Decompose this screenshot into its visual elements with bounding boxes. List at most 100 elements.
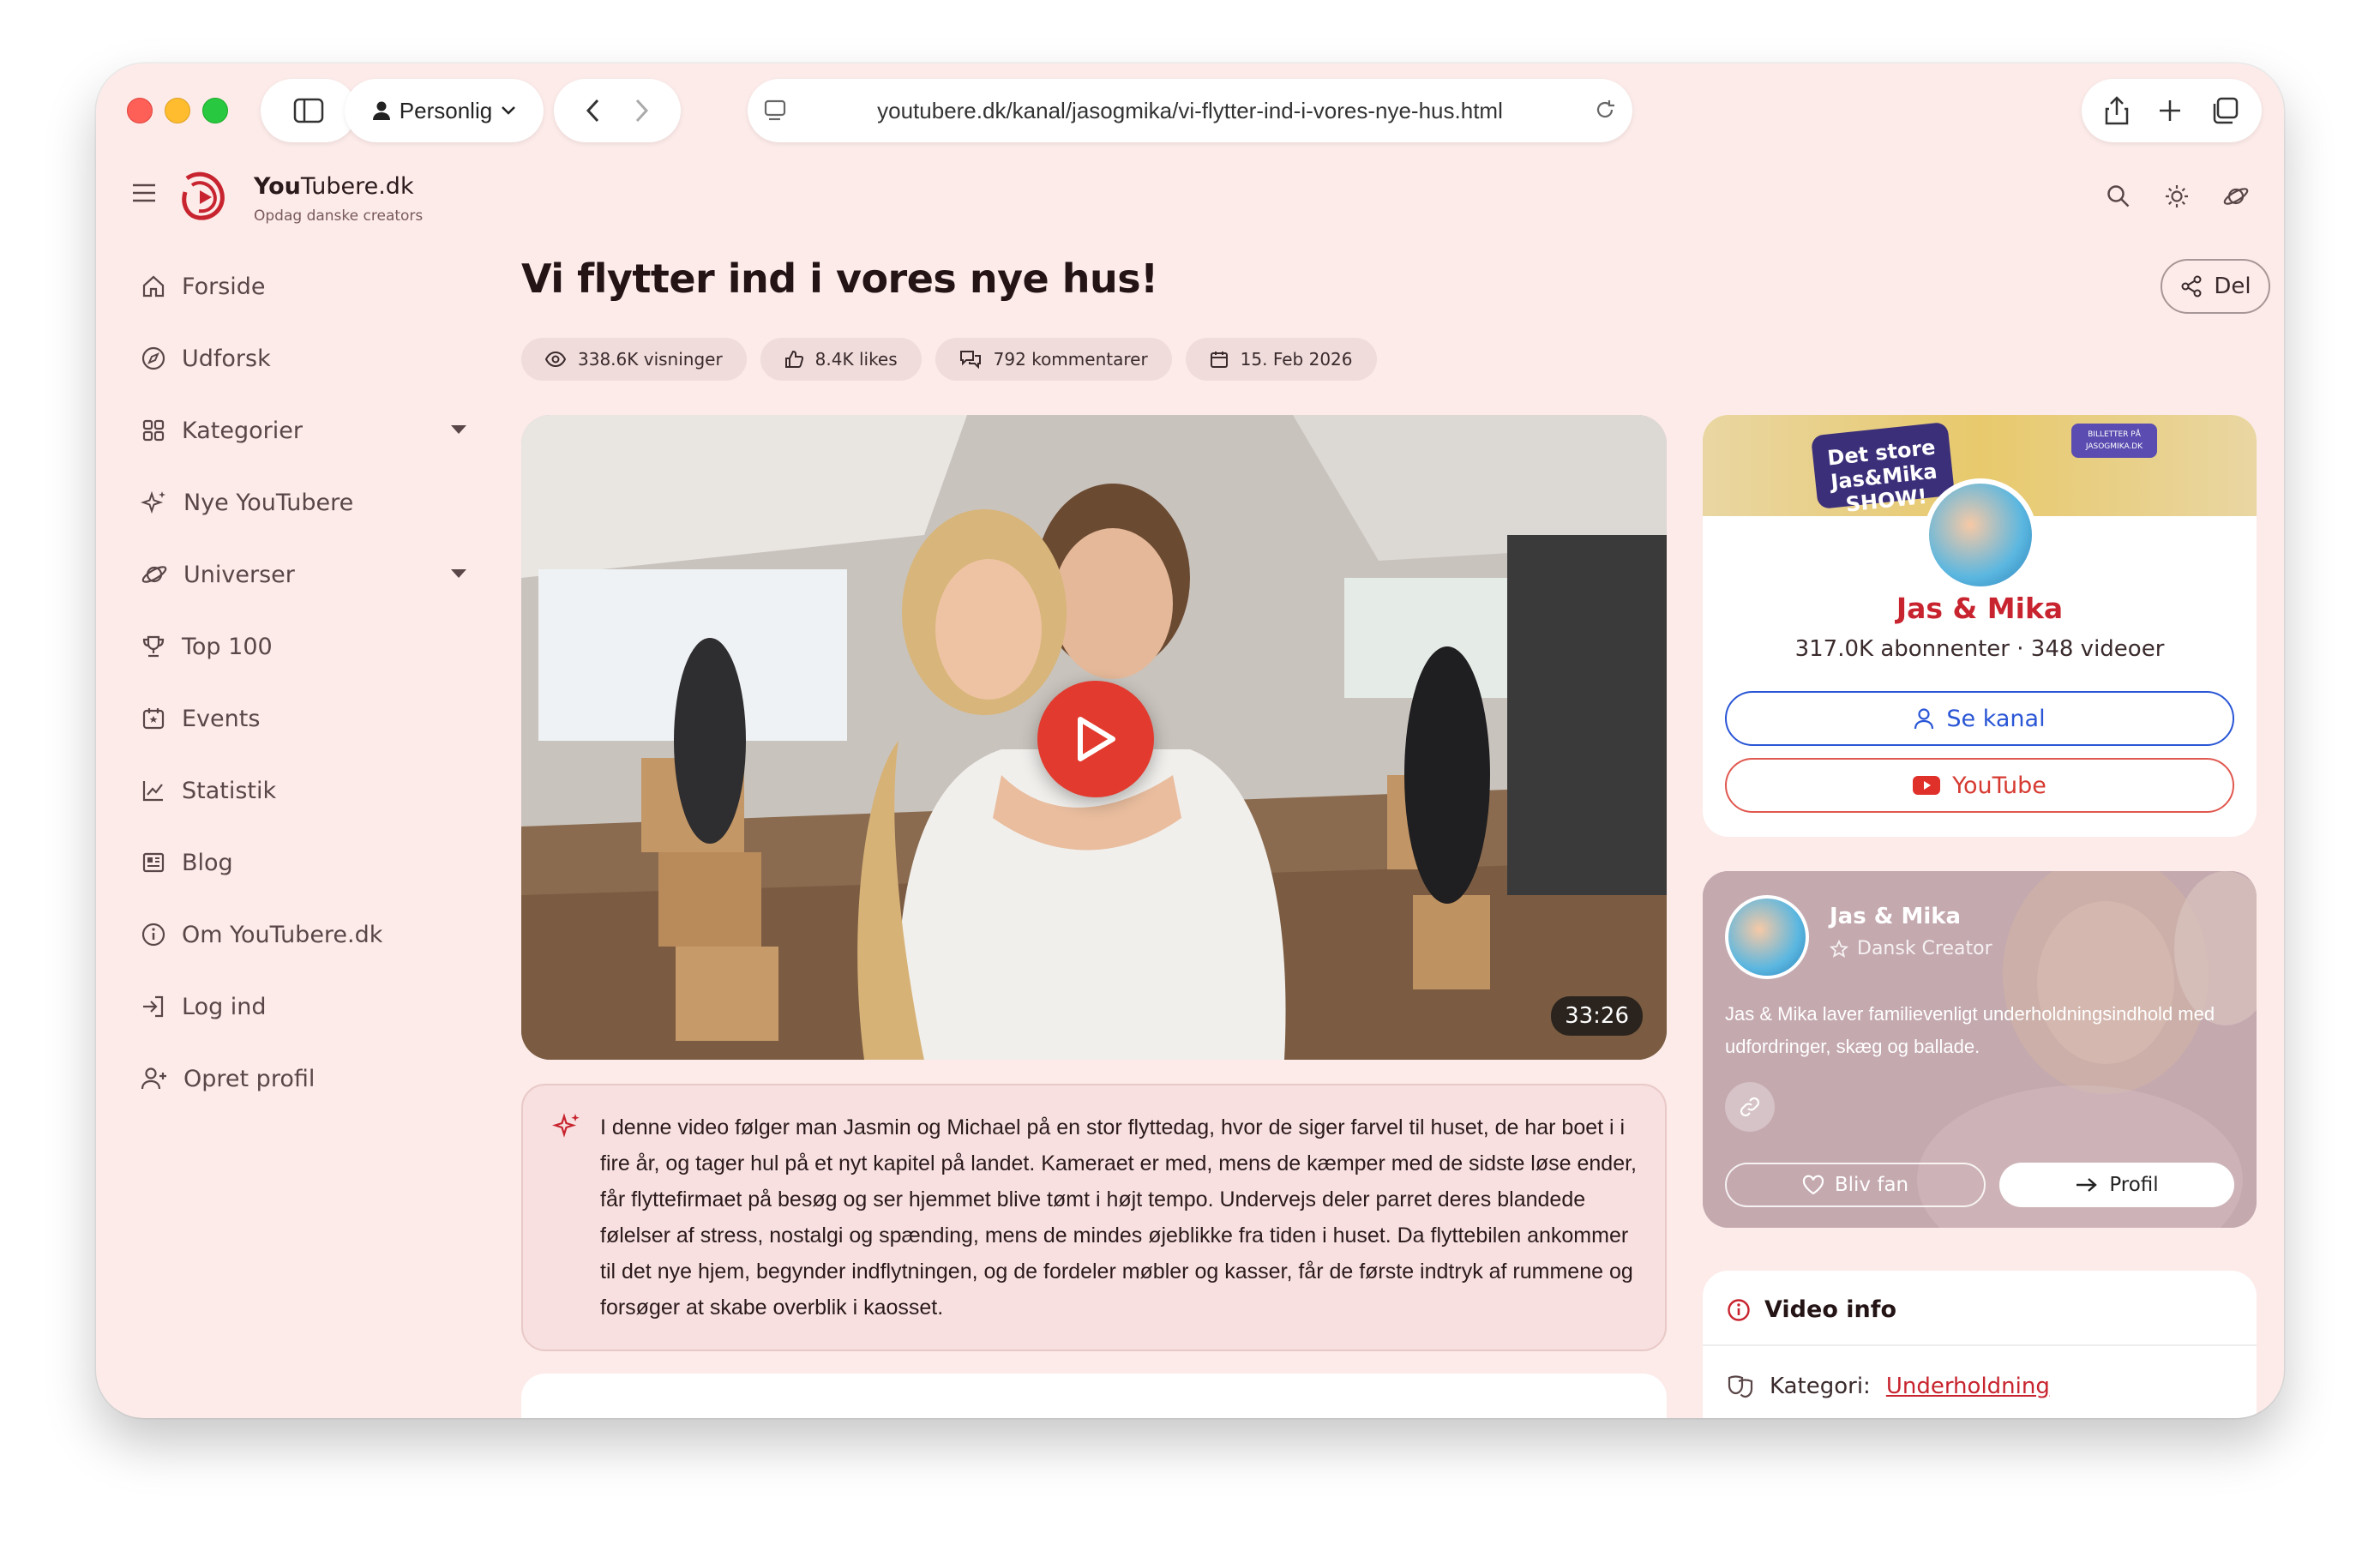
sidebar-item-label: Events bbox=[182, 705, 261, 732]
user-icon bbox=[1914, 708, 1934, 730]
heart-icon bbox=[1802, 1175, 1824, 1195]
creator-link-button[interactable] bbox=[1725, 1082, 1775, 1132]
caret-down-icon[interactable] bbox=[451, 425, 466, 434]
minimize-window-button[interactable] bbox=[165, 98, 190, 123]
divider bbox=[1703, 1344, 2257, 1346]
sidebar-item-label: Om YouTubere.dk bbox=[182, 921, 383, 948]
universe-icon[interactable] bbox=[2222, 183, 2250, 209]
creator-avatar[interactable] bbox=[1725, 895, 1809, 979]
star-icon bbox=[1830, 939, 1848, 958]
see-channel-label: Se kanal bbox=[1946, 705, 2046, 732]
comments-badge: 792 kommentarer bbox=[935, 338, 1172, 381]
date-text: 15. Feb 2026 bbox=[1240, 349, 1353, 370]
chart-icon bbox=[142, 781, 163, 802]
sidebar-item-nye-youtubere[interactable]: Nye YouTubere bbox=[141, 477, 466, 528]
tab-overview-icon[interactable] bbox=[2210, 96, 2239, 125]
sidebar-item-opret-profil[interactable]: Opret profil bbox=[141, 1053, 466, 1104]
video-player[interactable]: 33:26 bbox=[521, 415, 1667, 1060]
sidebar-item-top-100[interactable]: Top 100 bbox=[141, 621, 466, 672]
creator-name[interactable]: Jas & Mika bbox=[1830, 904, 1961, 929]
web-page: YouTubere.dk Opdag danske creators Forsi… bbox=[96, 158, 2284, 1418]
caret-down-icon[interactable] bbox=[451, 569, 466, 578]
profile-label: Personlig bbox=[399, 97, 493, 123]
share-button[interactable]: Del bbox=[2161, 259, 2270, 314]
sidebar-item-statistik[interactable]: Statistik bbox=[141, 765, 466, 816]
sidebar-item-label: Nye YouTubere bbox=[183, 489, 354, 516]
profile-button[interactable]: Personlig bbox=[345, 79, 544, 142]
header-actions bbox=[2106, 183, 2250, 209]
channel-name[interactable]: Jas & Mika bbox=[1703, 592, 2257, 625]
sidebar-item-events[interactable]: Events bbox=[141, 693, 466, 744]
browser-actions bbox=[2082, 79, 2262, 142]
sidebar-item-log-ind[interactable]: Log ind bbox=[141, 981, 466, 1032]
sidebar-item-label: Top 100 bbox=[182, 633, 273, 660]
login-icon bbox=[143, 995, 164, 1018]
site-logo[interactable] bbox=[182, 170, 230, 223]
trophy-icon bbox=[142, 635, 165, 658]
comments-icon bbox=[959, 351, 981, 369]
video-description: I denne video følger man Jasmin og Micha… bbox=[600, 1115, 1637, 1320]
user-plus-icon bbox=[141, 1067, 166, 1090]
sidebar-item-udforsk[interactable]: Udforsk bbox=[141, 333, 466, 384]
arrow-right-icon bbox=[2076, 1178, 2098, 1192]
sidebar-item-om[interactable]: Om YouTubere.dk bbox=[141, 909, 466, 960]
chevron-down-icon bbox=[502, 106, 516, 115]
thumbs-up-icon bbox=[784, 350, 803, 368]
share-icon[interactable] bbox=[2104, 95, 2130, 126]
sidebar-item-label: Kategorier bbox=[182, 417, 303, 444]
search-icon[interactable] bbox=[2106, 183, 2131, 209]
video-stats: 338.6K visninger 8.4K likes 792 kommenta… bbox=[521, 338, 1377, 381]
site-brand[interactable]: YouTubere.dk bbox=[254, 173, 414, 200]
see-channel-button[interactable]: Se kanal bbox=[1725, 691, 2234, 746]
channel-meta: 317.0K abonnenter · 348 videoer bbox=[1794, 636, 2165, 662]
info-icon bbox=[141, 923, 165, 947]
play-icon bbox=[1078, 717, 1115, 761]
youtube-button[interactable]: YouTube bbox=[1725, 758, 2234, 813]
sidebar-item-label: Log ind bbox=[182, 993, 267, 1020]
video-info-card: Video info Kategori: Underholdning bbox=[1703, 1271, 2257, 1418]
menu-icon[interactable] bbox=[130, 182, 158, 204]
likes-text: 8.4K likes bbox=[814, 349, 898, 370]
sidebar-icon bbox=[293, 98, 324, 123]
sparkle-icon bbox=[141, 490, 165, 514]
site-header: YouTubere.dk Opdag danske creators bbox=[96, 158, 2284, 243]
calendar-star-icon bbox=[142, 708, 165, 730]
views-badge: 338.6K visninger bbox=[521, 338, 747, 381]
category-link[interactable]: Underholdning bbox=[1886, 1374, 2050, 1399]
creator-bio: Jas & Mika laver familievenligt underhol… bbox=[1725, 1003, 2215, 1057]
sidebar-item-forside[interactable]: Forside bbox=[141, 261, 466, 312]
become-fan-button[interactable]: Bliv fan bbox=[1725, 1163, 1986, 1207]
sidebar-item-blog[interactable]: Blog bbox=[141, 837, 466, 888]
sidebar-item-label: Forside bbox=[182, 273, 266, 300]
ai-sparkle-icon bbox=[552, 1113, 580, 1138]
category-label: Kategori: bbox=[1770, 1374, 1871, 1399]
grid-icon bbox=[142, 419, 165, 442]
reload-icon[interactable] bbox=[1593, 98, 1617, 122]
comments-text: 792 kommentarer bbox=[993, 349, 1148, 370]
channel-avatar[interactable] bbox=[1924, 478, 2037, 592]
new-tab-icon[interactable] bbox=[2157, 98, 2183, 123]
youtube-icon bbox=[1913, 776, 1941, 795]
sidebar-item-kategorier[interactable]: Kategorier bbox=[141, 405, 466, 456]
sidebar-item-universer[interactable]: Universer bbox=[141, 549, 466, 600]
address-bar[interactable]: youtubere.dk/kanal/jasogmika/vi-flytter-… bbox=[748, 79, 1632, 142]
theme-sun-icon[interactable] bbox=[2164, 183, 2190, 209]
site-settings-icon[interactable] bbox=[763, 98, 789, 123]
play-button[interactable] bbox=[1037, 681, 1154, 797]
browser-window: Personlig youtubere.dk/kanal/jasogmika/v… bbox=[96, 63, 2284, 1418]
profile-link-button[interactable]: Profil bbox=[1999, 1163, 2234, 1207]
sidebar-item-label: Universer bbox=[183, 561, 295, 588]
history-navigation bbox=[554, 79, 681, 142]
become-fan-label: Bliv fan bbox=[1834, 1174, 1909, 1196]
video-title: Vi flytter ind i vores nye hus! bbox=[521, 255, 1158, 302]
close-window-button[interactable] bbox=[127, 98, 153, 123]
profile-link-label: Profil bbox=[2109, 1174, 2159, 1196]
views-text: 338.6K visninger bbox=[578, 349, 723, 370]
zoom-window-button[interactable] bbox=[202, 98, 228, 123]
masks-icon bbox=[1728, 1375, 1753, 1398]
likes-badge: 8.4K likes bbox=[760, 338, 922, 381]
sidebar-toggle-button[interactable] bbox=[261, 79, 357, 142]
video-info-heading: Video info bbox=[1727, 1296, 1896, 1323]
forward-icon[interactable] bbox=[634, 98, 650, 123]
back-icon[interactable] bbox=[585, 98, 600, 123]
